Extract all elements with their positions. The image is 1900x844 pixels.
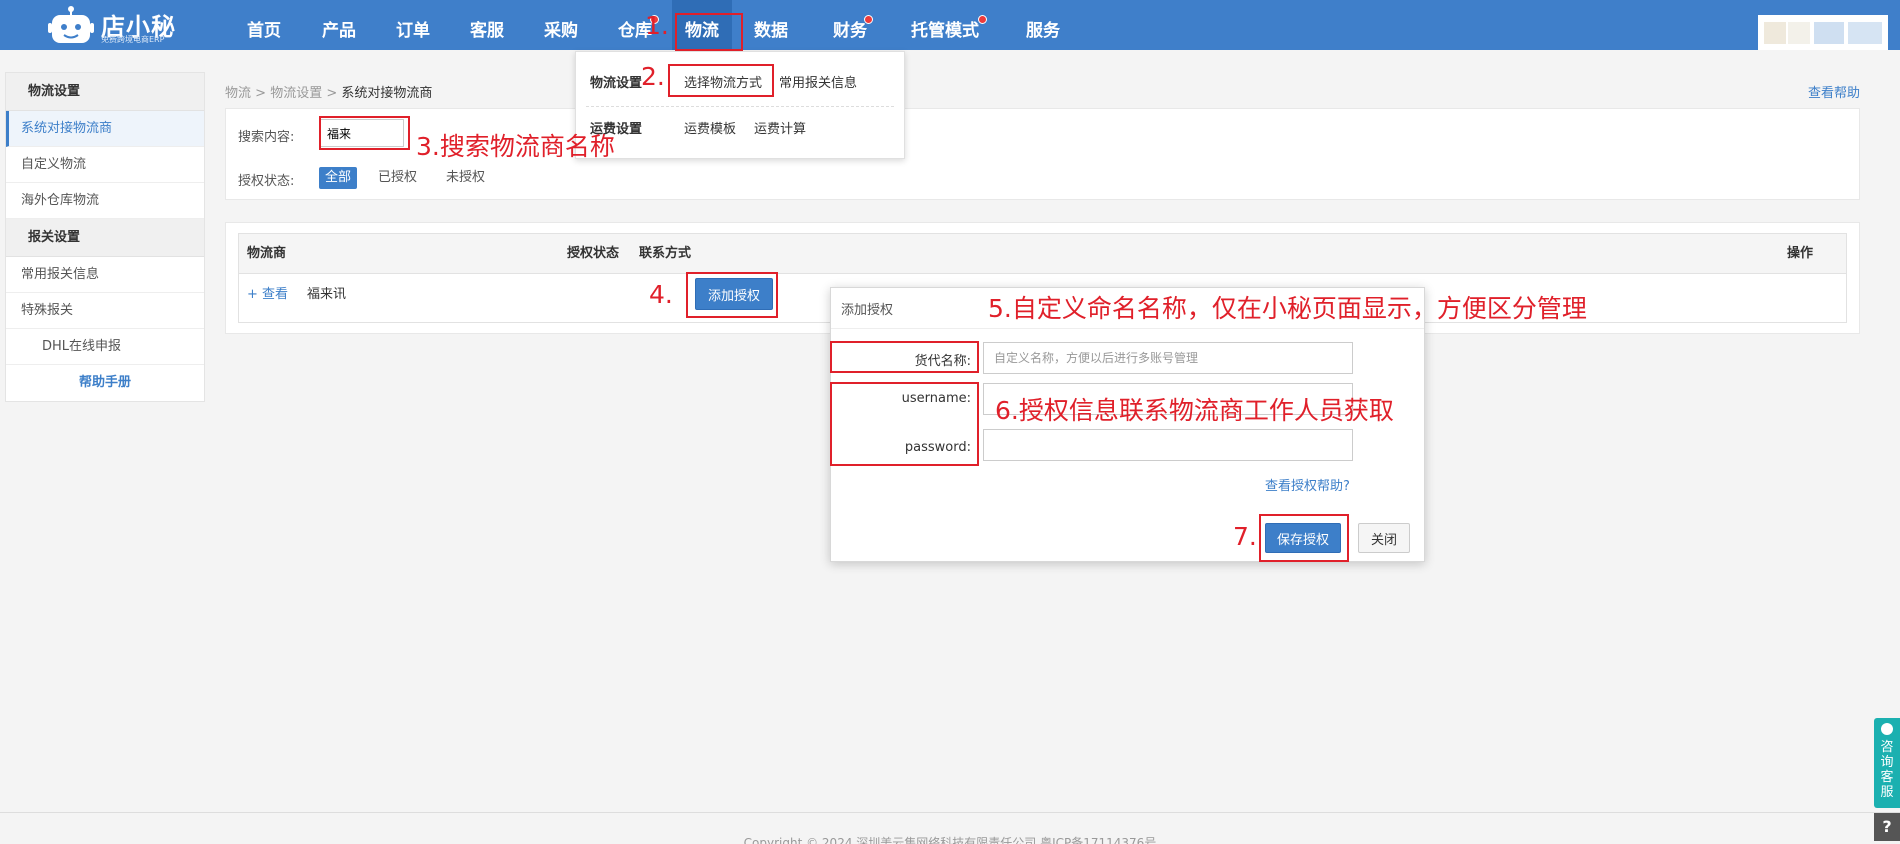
logo[interactable]: 店小秘 免费跨境电商ERP	[48, 3, 208, 47]
filter-all[interactable]: 全部	[319, 167, 358, 189]
col-contact: 联系方式	[639, 246, 692, 261]
menu-item-common-customs[interactable]: 常用报关信息	[779, 72, 857, 91]
avatar	[1788, 22, 1810, 44]
annotation-step-5: 5.自定义命名名称，仅在小秘页面显示，方便区分管理	[988, 294, 1587, 323]
nav-orders[interactable]: 订单	[376, 0, 450, 50]
auth-help-link[interactable]: 查看授权帮助?	[1265, 475, 1350, 494]
footer-divider	[0, 812, 1900, 813]
headset-icon	[1881, 723, 1893, 735]
password-input[interactable]	[983, 429, 1353, 461]
footer-copyright: Copyright © 2024 深圳美云集网络科技有限责任公司 粤ICP备17…	[743, 836, 1157, 844]
annotation-box-add-auth	[686, 272, 778, 318]
brand-tagline: 免费跨境电商ERP	[101, 35, 165, 44]
nav-purchase[interactable]: 采购	[524, 0, 598, 50]
search-label: 搜索内容:	[238, 130, 295, 145]
avatar	[1814, 22, 1844, 44]
user-account-area[interactable]	[1758, 15, 1888, 50]
nav-customer-service[interactable]: 客服	[450, 0, 524, 50]
annotation-step-6: 6.授权信息联系物流商工作人员获取	[995, 396, 1394, 425]
annotation-box-save	[1259, 514, 1349, 562]
auth-status-label: 授权状态:	[238, 174, 295, 189]
menu-item-freight-calculator[interactable]: 运费计算	[754, 118, 806, 137]
annotation-step-3: 3.搜索物流商名称	[416, 132, 615, 161]
table-header: 物流商 授权状态 联系方式 操作	[239, 234, 1846, 274]
nav-data[interactable]: 数据	[732, 0, 810, 50]
dropdown-group-logistics-settings: 物流设置	[590, 76, 643, 91]
menu-item-freight-template[interactable]: 运费模板	[684, 118, 736, 137]
filter-unauthorized[interactable]: 未授权	[440, 167, 491, 189]
sidebar-item-custom-logistics[interactable]: 自定义物流	[6, 147, 204, 183]
nav-products[interactable]: 产品	[302, 0, 376, 50]
view-help-link[interactable]: 查看帮助	[1808, 82, 1860, 101]
dialog-title: 添加授权	[841, 303, 894, 318]
annotation-step-7: 7.	[1233, 522, 1257, 551]
sidebar-item-dhl-declaration[interactable]: DHL在线申报	[6, 329, 204, 365]
dropdown-divider	[586, 106, 894, 107]
sidebar-group-logistics-settings: 物流设置	[6, 73, 204, 111]
col-status: 授权状态	[567, 246, 620, 261]
annotation-step-4: 4.	[649, 280, 673, 309]
annotation-step-1: 1.	[645, 11, 669, 40]
sidebar-item-system-carriers[interactable]: 系统对接物流商	[6, 111, 204, 147]
annotation-box-forwarder-name	[830, 341, 979, 373]
sidebar-item-overseas-warehouse[interactable]: 海外仓库物流	[6, 183, 204, 219]
nav-managed-mode[interactable]: 托管模式	[890, 0, 1000, 50]
col-action: 操作	[1787, 246, 1814, 261]
sidebar-item-common-customs[interactable]: 常用报关信息	[6, 257, 204, 293]
breadcrumb-logistics[interactable]: 物流	[225, 86, 251, 101]
view-details-link[interactable]: + 查看	[247, 274, 288, 316]
notification-dot	[864, 15, 873, 24]
help-manual-link[interactable]: 帮助手册	[6, 365, 204, 401]
avatar	[1764, 22, 1786, 44]
notification-dot	[978, 15, 987, 24]
annotation-box-search	[319, 116, 410, 150]
filter-authorized[interactable]: 已授权	[372, 167, 423, 189]
annotation-step-2: 2.	[641, 62, 665, 91]
annotation-box-select-logistics	[668, 64, 774, 97]
nav-finance[interactable]: 财务	[810, 0, 890, 50]
col-carrier: 物流商	[247, 246, 287, 261]
top-nav-bar: 店小秘 免费跨境电商ERP 首页 产品 订单 客服 采购 仓库 物流 数据 财务…	[0, 0, 1900, 50]
sidebar-item-special-customs[interactable]: 特殊报关	[6, 293, 204, 329]
consult-service-button[interactable]: 咨询客服	[1874, 718, 1900, 808]
avatar	[1848, 22, 1882, 44]
breadcrumb-logistics-settings[interactable]: 物流设置	[270, 86, 322, 101]
close-button[interactable]: 关闭	[1358, 523, 1410, 553]
carrier-name: 福来讯	[307, 287, 347, 302]
robot-logo-icon	[48, 6, 94, 43]
sidebar: 物流设置 系统对接物流商 自定义物流 海外仓库物流 报关设置 常用报关信息 特殊…	[5, 72, 205, 402]
annotation-box-credentials	[830, 382, 979, 466]
breadcrumb-current: 系统对接物流商	[341, 86, 433, 101]
forwarder-name-input[interactable]	[983, 342, 1353, 374]
dialog-divider	[831, 328, 1424, 329]
nav-services[interactable]: 服务	[1000, 0, 1086, 50]
sidebar-group-customs-settings: 报关设置	[6, 219, 204, 257]
annotation-box-logistics-nav	[675, 13, 743, 51]
breadcrumb: 物流 > 物流设置 > 系统对接物流商	[225, 86, 433, 101]
nav-home[interactable]: 首页	[226, 0, 302, 50]
